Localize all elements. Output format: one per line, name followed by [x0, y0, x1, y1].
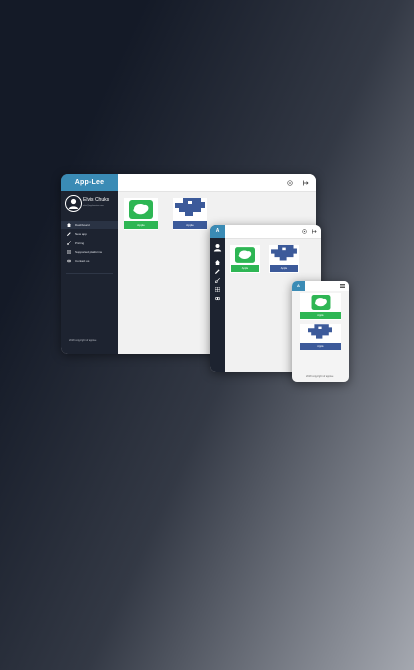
app-button[interactable]: Apple [173, 221, 207, 229]
topbar [118, 174, 316, 192]
sidebar-item-label: New app [75, 232, 87, 236]
app-button[interactable]: Apple [300, 312, 341, 319]
settings-icon[interactable] [302, 229, 307, 234]
avatar[interactable] [213, 243, 222, 252]
app-card-blue[interactable]: Apple [300, 324, 341, 350]
user-name: Elvis Chuks [83, 197, 110, 203]
sidebar-item-new-app[interactable]: New app [61, 230, 118, 238]
home-icon[interactable] [215, 260, 220, 265]
app-card-blue[interactable]: Apple [269, 245, 299, 273]
brand-logo[interactable]: App-Lee [61, 174, 118, 191]
key-icon[interactable] [215, 278, 220, 283]
pencil-icon[interactable] [215, 269, 220, 274]
contacts-icon [67, 259, 71, 263]
grid-icon[interactable] [215, 287, 220, 292]
copyright-text: 2018 copyright of applee [69, 339, 97, 342]
topbar [225, 225, 321, 239]
contacts-icon[interactable] [215, 296, 220, 301]
topbar: A [292, 281, 349, 291]
sidebar: A [210, 225, 225, 372]
app-button[interactable]: Apple [300, 343, 341, 350]
grid-icon [67, 250, 71, 254]
menu-icon[interactable] [340, 284, 345, 288]
settings-icon[interactable] [287, 180, 293, 186]
app-button[interactable]: Apple [231, 265, 259, 272]
home-icon [67, 223, 71, 227]
sidebar-item-pricing[interactable]: Pricing [61, 239, 118, 247]
phone-mockup: A Apple Apple 2018 copyright of applee [292, 281, 349, 382]
app-card-green[interactable]: Apple [300, 293, 341, 320]
sidebar-item-contact-us[interactable]: Contact us [61, 257, 118, 265]
brand-logo[interactable]: A [292, 281, 305, 291]
sidebar-item-label: Pricing [75, 241, 85, 245]
sidebar-divider [66, 273, 113, 274]
sidebar-item-label: Contact us [75, 259, 90, 263]
app-button[interactable]: Apple [124, 221, 158, 229]
copyright-text: 2018 copyright of applee [306, 375, 334, 378]
sidebar-item-label: Dashboard [75, 223, 90, 227]
sidebar-item-label: Supported platforms [75, 250, 103, 254]
sidebar-item-supported-platforms[interactable]: Supported platforms [61, 248, 118, 256]
green-app-icon [311, 295, 331, 310]
app-button[interactable]: Apple [270, 265, 298, 272]
logout-icon[interactable] [303, 180, 309, 186]
user-email: elvis@appleestore.com [83, 205, 104, 207]
avatar[interactable] [65, 195, 82, 212]
green-app-icon [129, 200, 153, 219]
sidebar-item-dashboard[interactable]: Dashboard [61, 221, 118, 229]
logout-icon[interactable] [312, 229, 317, 234]
sidebar: App-Lee Elvis Chuks elvis@appleestore.co… [61, 174, 118, 354]
pencil-icon [67, 232, 71, 236]
blue-app-icon [308, 324, 332, 342]
key-icon [67, 241, 71, 245]
brand-logo[interactable]: A [210, 225, 225, 238]
app-card-green[interactable]: Apple [230, 245, 260, 273]
blue-app-icon [175, 198, 205, 220]
blue-app-icon [271, 245, 297, 264]
green-app-icon [235, 247, 255, 263]
app-card-green[interactable]: Apple [124, 198, 158, 230]
app-card-blue[interactable]: Apple [173, 198, 207, 230]
